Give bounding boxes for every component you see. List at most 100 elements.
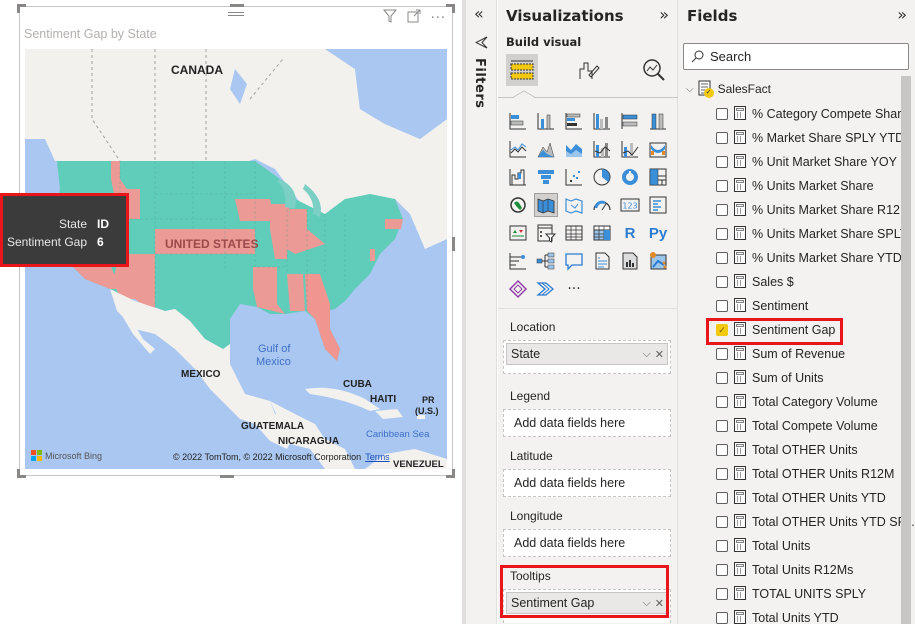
- python-visual-icon[interactable]: Py: [646, 221, 670, 245]
- field-checkbox[interactable]: [716, 204, 728, 216]
- field-item[interactable]: Total Category Volume: [716, 390, 906, 414]
- field-checkbox[interactable]: [716, 372, 728, 384]
- ribbon-chart-icon[interactable]: [646, 137, 670, 161]
- field-item[interactable]: Total Units: [716, 534, 906, 558]
- scatter-chart-icon[interactable]: [562, 165, 586, 189]
- funnel-chart-icon[interactable]: [534, 165, 558, 189]
- search-input[interactable]: [710, 49, 890, 64]
- field-item[interactable]: TOTAL UNITS SPLY: [716, 582, 906, 606]
- fields-search[interactable]: [683, 43, 909, 70]
- resize-handle[interactable]: [17, 469, 26, 478]
- field-checkbox[interactable]: [716, 444, 728, 456]
- field-item[interactable]: % Unit Market Share YOY ...: [716, 150, 911, 174]
- field-checkbox[interactable]: [716, 180, 728, 192]
- field-checkbox[interactable]: [716, 540, 728, 552]
- field-checkbox[interactable]: [716, 156, 728, 168]
- focus-mode-icon[interactable]: [407, 9, 421, 27]
- kpi-icon[interactable]: [506, 221, 530, 245]
- field-checkbox[interactable]: [716, 228, 728, 240]
- field-checkbox[interactable]: [716, 564, 728, 576]
- chevron-down-icon[interactable]: ⌵: [642, 348, 650, 361]
- area-chart-icon[interactable]: [534, 137, 558, 161]
- field-item[interactable]: Sum of Units: [716, 366, 906, 390]
- longitude-well[interactable]: Add data fields here: [503, 529, 671, 557]
- field-item[interactable]: Sentiment: [716, 294, 906, 318]
- resize-handle[interactable]: [230, 4, 244, 7]
- clustered-bar-chart-icon[interactable]: [562, 109, 586, 133]
- filled-map-icon[interactable]: [534, 193, 558, 217]
- treemap-icon[interactable]: [646, 165, 670, 189]
- field-item[interactable]: % Market Share SPLY YTD: [716, 126, 906, 150]
- remove-field-icon[interactable]: ✕: [655, 348, 664, 361]
- field-item[interactable]: Total OTHER Units YTD: [716, 486, 906, 510]
- field-item[interactable]: Total Units YTD: [716, 606, 906, 630]
- filter-icon[interactable]: [382, 9, 397, 27]
- field-item[interactable]: Sales $: [716, 270, 906, 294]
- fields-scrollbar[interactable]: [901, 76, 911, 624]
- field-checkbox[interactable]: [716, 420, 728, 432]
- paginated-report-icon[interactable]: [618, 249, 642, 273]
- matrix-icon[interactable]: [590, 221, 614, 245]
- gauge-icon[interactable]: [590, 193, 614, 217]
- field-checkbox[interactable]: [716, 348, 728, 360]
- field-item[interactable]: Total OTHER Units R12M: [716, 462, 906, 486]
- collapse-visualizations-icon[interactable]: »: [659, 5, 669, 24]
- slicer-icon[interactable]: [534, 221, 558, 245]
- terms-link[interactable]: Terms: [365, 452, 390, 462]
- field-checkbox[interactable]: [716, 108, 728, 120]
- field-item[interactable]: % Units Market Share: [716, 174, 906, 198]
- field-checkbox[interactable]: [716, 396, 728, 408]
- 100-stacked-bar-icon[interactable]: [618, 109, 642, 133]
- power-automate-icon[interactable]: [534, 277, 558, 301]
- field-checkbox[interactable]: [716, 252, 728, 264]
- qa-visual-icon[interactable]: [562, 249, 586, 273]
- location-well[interactable]: State ⌵ ✕: [503, 340, 671, 374]
- format-tab[interactable]: [572, 54, 604, 86]
- resize-handle[interactable]: [17, 4, 26, 13]
- field-item[interactable]: % Units Market Share SPLY: [716, 222, 908, 246]
- collapse-fields-icon[interactable]: »: [897, 5, 907, 24]
- location-field-pill[interactable]: State ⌵ ✕: [506, 343, 668, 365]
- table-icon[interactable]: [562, 221, 586, 245]
- resize-handle[interactable]: [446, 469, 455, 478]
- field-checkbox[interactable]: [716, 516, 728, 528]
- field-item[interactable]: % Category Compete Share: [716, 102, 908, 126]
- field-item[interactable]: % Units Market Share R12...: [716, 198, 910, 222]
- 100-stacked-column-icon[interactable]: [646, 109, 670, 133]
- field-item[interactable]: Total OTHER Units YTD SP...: [716, 510, 915, 534]
- field-checkbox[interactable]: [716, 300, 728, 312]
- field-checkbox[interactable]: [716, 276, 728, 288]
- map-icon[interactable]: [506, 193, 530, 217]
- field-item[interactable]: % Units Market Share YTD: [716, 246, 906, 270]
- stacked-area-chart-icon[interactable]: [562, 137, 586, 161]
- card-icon[interactable]: 123: [618, 193, 642, 217]
- donut-chart-icon[interactable]: [618, 165, 642, 189]
- field-item[interactable]: Total Units R12Ms: [716, 558, 906, 582]
- field-item[interactable]: Sum of Revenue: [716, 342, 906, 366]
- line-stacked-column-icon[interactable]: [618, 137, 642, 161]
- resize-handle[interactable]: [446, 4, 455, 13]
- smart-narrative-icon[interactable]: [590, 249, 614, 273]
- legend-well[interactable]: Add data fields here: [503, 409, 671, 437]
- latitude-well[interactable]: Add data fields here: [503, 469, 671, 497]
- fields-tab[interactable]: [506, 54, 538, 86]
- field-item[interactable]: Total OTHER Units: [716, 438, 906, 462]
- drag-grip-icon[interactable]: [228, 10, 244, 18]
- r-script-visual-icon[interactable]: R: [618, 221, 642, 245]
- key-influencers-icon[interactable]: [506, 249, 530, 273]
- multi-row-card-icon[interactable]: [646, 193, 670, 217]
- shape-map-icon[interactable]: [562, 193, 586, 217]
- expand-filters-icon[interactable]: «: [474, 4, 484, 23]
- azure-map-icon[interactable]: [646, 249, 670, 273]
- field-checkbox[interactable]: [716, 468, 728, 480]
- line-chart-icon[interactable]: [506, 137, 530, 161]
- resize-handle[interactable]: [452, 237, 455, 251]
- filters-pane-collapsed[interactable]: « Filters: [466, 0, 497, 624]
- waterfall-chart-icon[interactable]: [506, 165, 530, 189]
- stacked-bar-chart-icon[interactable]: [506, 109, 530, 133]
- chevron-down-icon[interactable]: ⌵: [686, 84, 694, 95]
- more-options-icon[interactable]: ···: [431, 11, 446, 26]
- pie-chart-icon[interactable]: [590, 165, 614, 189]
- more-visuals-icon[interactable]: ···: [562, 277, 586, 301]
- field-item[interactable]: Total Compete Volume: [716, 414, 906, 438]
